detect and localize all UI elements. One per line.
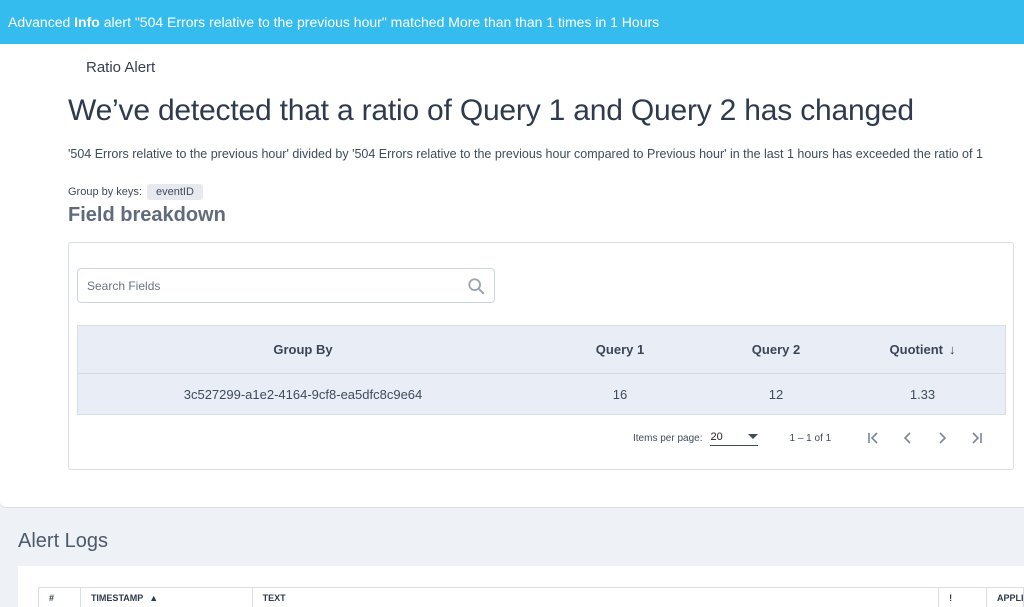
page-range: 1 – 1 of 1 xyxy=(789,432,832,444)
quotient-label: Quotient xyxy=(889,342,943,357)
group-by-chip: eventID xyxy=(146,184,203,200)
logs-column-text[interactable]: TEXT xyxy=(253,588,940,607)
field-breakdown-panel: Group By Query 1 Query 2 Quotient ↓ 3c52… xyxy=(68,242,1014,470)
group-by-label: Group by keys: xyxy=(68,186,142,198)
cell-group-by: 3c527299-a1e2-4164-9cf8-ea5dfc8c9e64 xyxy=(183,386,423,402)
alert-type-label: Ratio Alert xyxy=(86,59,156,76)
search-icon[interactable] xyxy=(467,277,485,295)
alert-banner: Advanced Info alert "504 Errors relative… xyxy=(0,0,1024,44)
section-title: Field breakdown xyxy=(68,204,226,226)
items-per-page-select[interactable]: 20 xyxy=(710,430,759,446)
page-title: We’ve detected that a ratio of Query 1 a… xyxy=(68,94,914,127)
paginator: Items per page: 20 1 – 1 of 1 xyxy=(633,426,993,450)
column-header-query-1[interactable]: Query 1 xyxy=(528,326,712,373)
items-per-page-value: 20 xyxy=(710,430,723,443)
column-header-query-2[interactable]: Query 2 xyxy=(712,326,840,373)
cell-query-1: 16 xyxy=(612,386,628,402)
logs-column-application[interactable]: APPLI xyxy=(987,588,1024,607)
search-box[interactable] xyxy=(77,268,495,303)
last-page-icon xyxy=(972,432,982,444)
table-row[interactable]: 3c527299-a1e2-4164-9cf8-ea5dfc8c9e64 16 … xyxy=(78,374,1005,414)
dropdown-caret-icon xyxy=(748,434,759,439)
breakdown-table: Group By Query 1 Query 2 Quotient ↓ 3c52… xyxy=(77,325,1006,415)
previous-page-button[interactable] xyxy=(891,430,925,446)
alert-description: '504 Errors relative to the previous hou… xyxy=(68,147,983,161)
alert-logs-title: Alert Logs xyxy=(18,530,109,552)
logs-column-timestamp[interactable]: TIMESTAMP ▲ xyxy=(81,588,253,607)
last-page-button[interactable] xyxy=(959,430,993,446)
banner-prefix: Advanced xyxy=(8,14,75,30)
sort-asc-icon: ▲ xyxy=(149,592,159,603)
chevron-left-icon xyxy=(904,432,911,444)
timestamp-label: TIMESTAMP xyxy=(90,592,144,603)
banner-message: alert "504 Errors relative to the previo… xyxy=(99,14,660,30)
sort-desc-icon: ↓ xyxy=(948,342,956,357)
banner-severity: Info xyxy=(74,14,100,30)
items-per-page-label: Items per page: xyxy=(633,432,703,444)
column-header-group-by[interactable]: Group By xyxy=(78,326,528,373)
first-page-icon xyxy=(868,432,878,444)
cell-quotient: 1.33 xyxy=(909,386,936,402)
alert-detail-card: Ratio Alert We’ve detected that a ratio … xyxy=(0,44,1024,508)
search-input[interactable] xyxy=(87,278,447,293)
chevron-right-icon xyxy=(939,432,947,444)
next-page-button[interactable] xyxy=(925,430,959,446)
logs-column-severity[interactable]: ! xyxy=(939,588,987,607)
first-page-button[interactable] xyxy=(857,430,891,446)
table-header: Group By Query 1 Query 2 Quotient ↓ xyxy=(78,326,1005,374)
alert-logs-card: # TIMESTAMP ▲ TEXT ! APPLI xyxy=(18,566,1024,607)
logs-column-number[interactable]: # xyxy=(39,588,81,607)
group-by-keys: Group by keys: eventID xyxy=(68,184,203,200)
cell-query-2: 12 xyxy=(768,386,784,402)
column-header-quotient[interactable]: Quotient ↓ xyxy=(840,326,1005,373)
alert-logs-table-header: # TIMESTAMP ▲ TEXT ! APPLI xyxy=(38,587,1024,607)
